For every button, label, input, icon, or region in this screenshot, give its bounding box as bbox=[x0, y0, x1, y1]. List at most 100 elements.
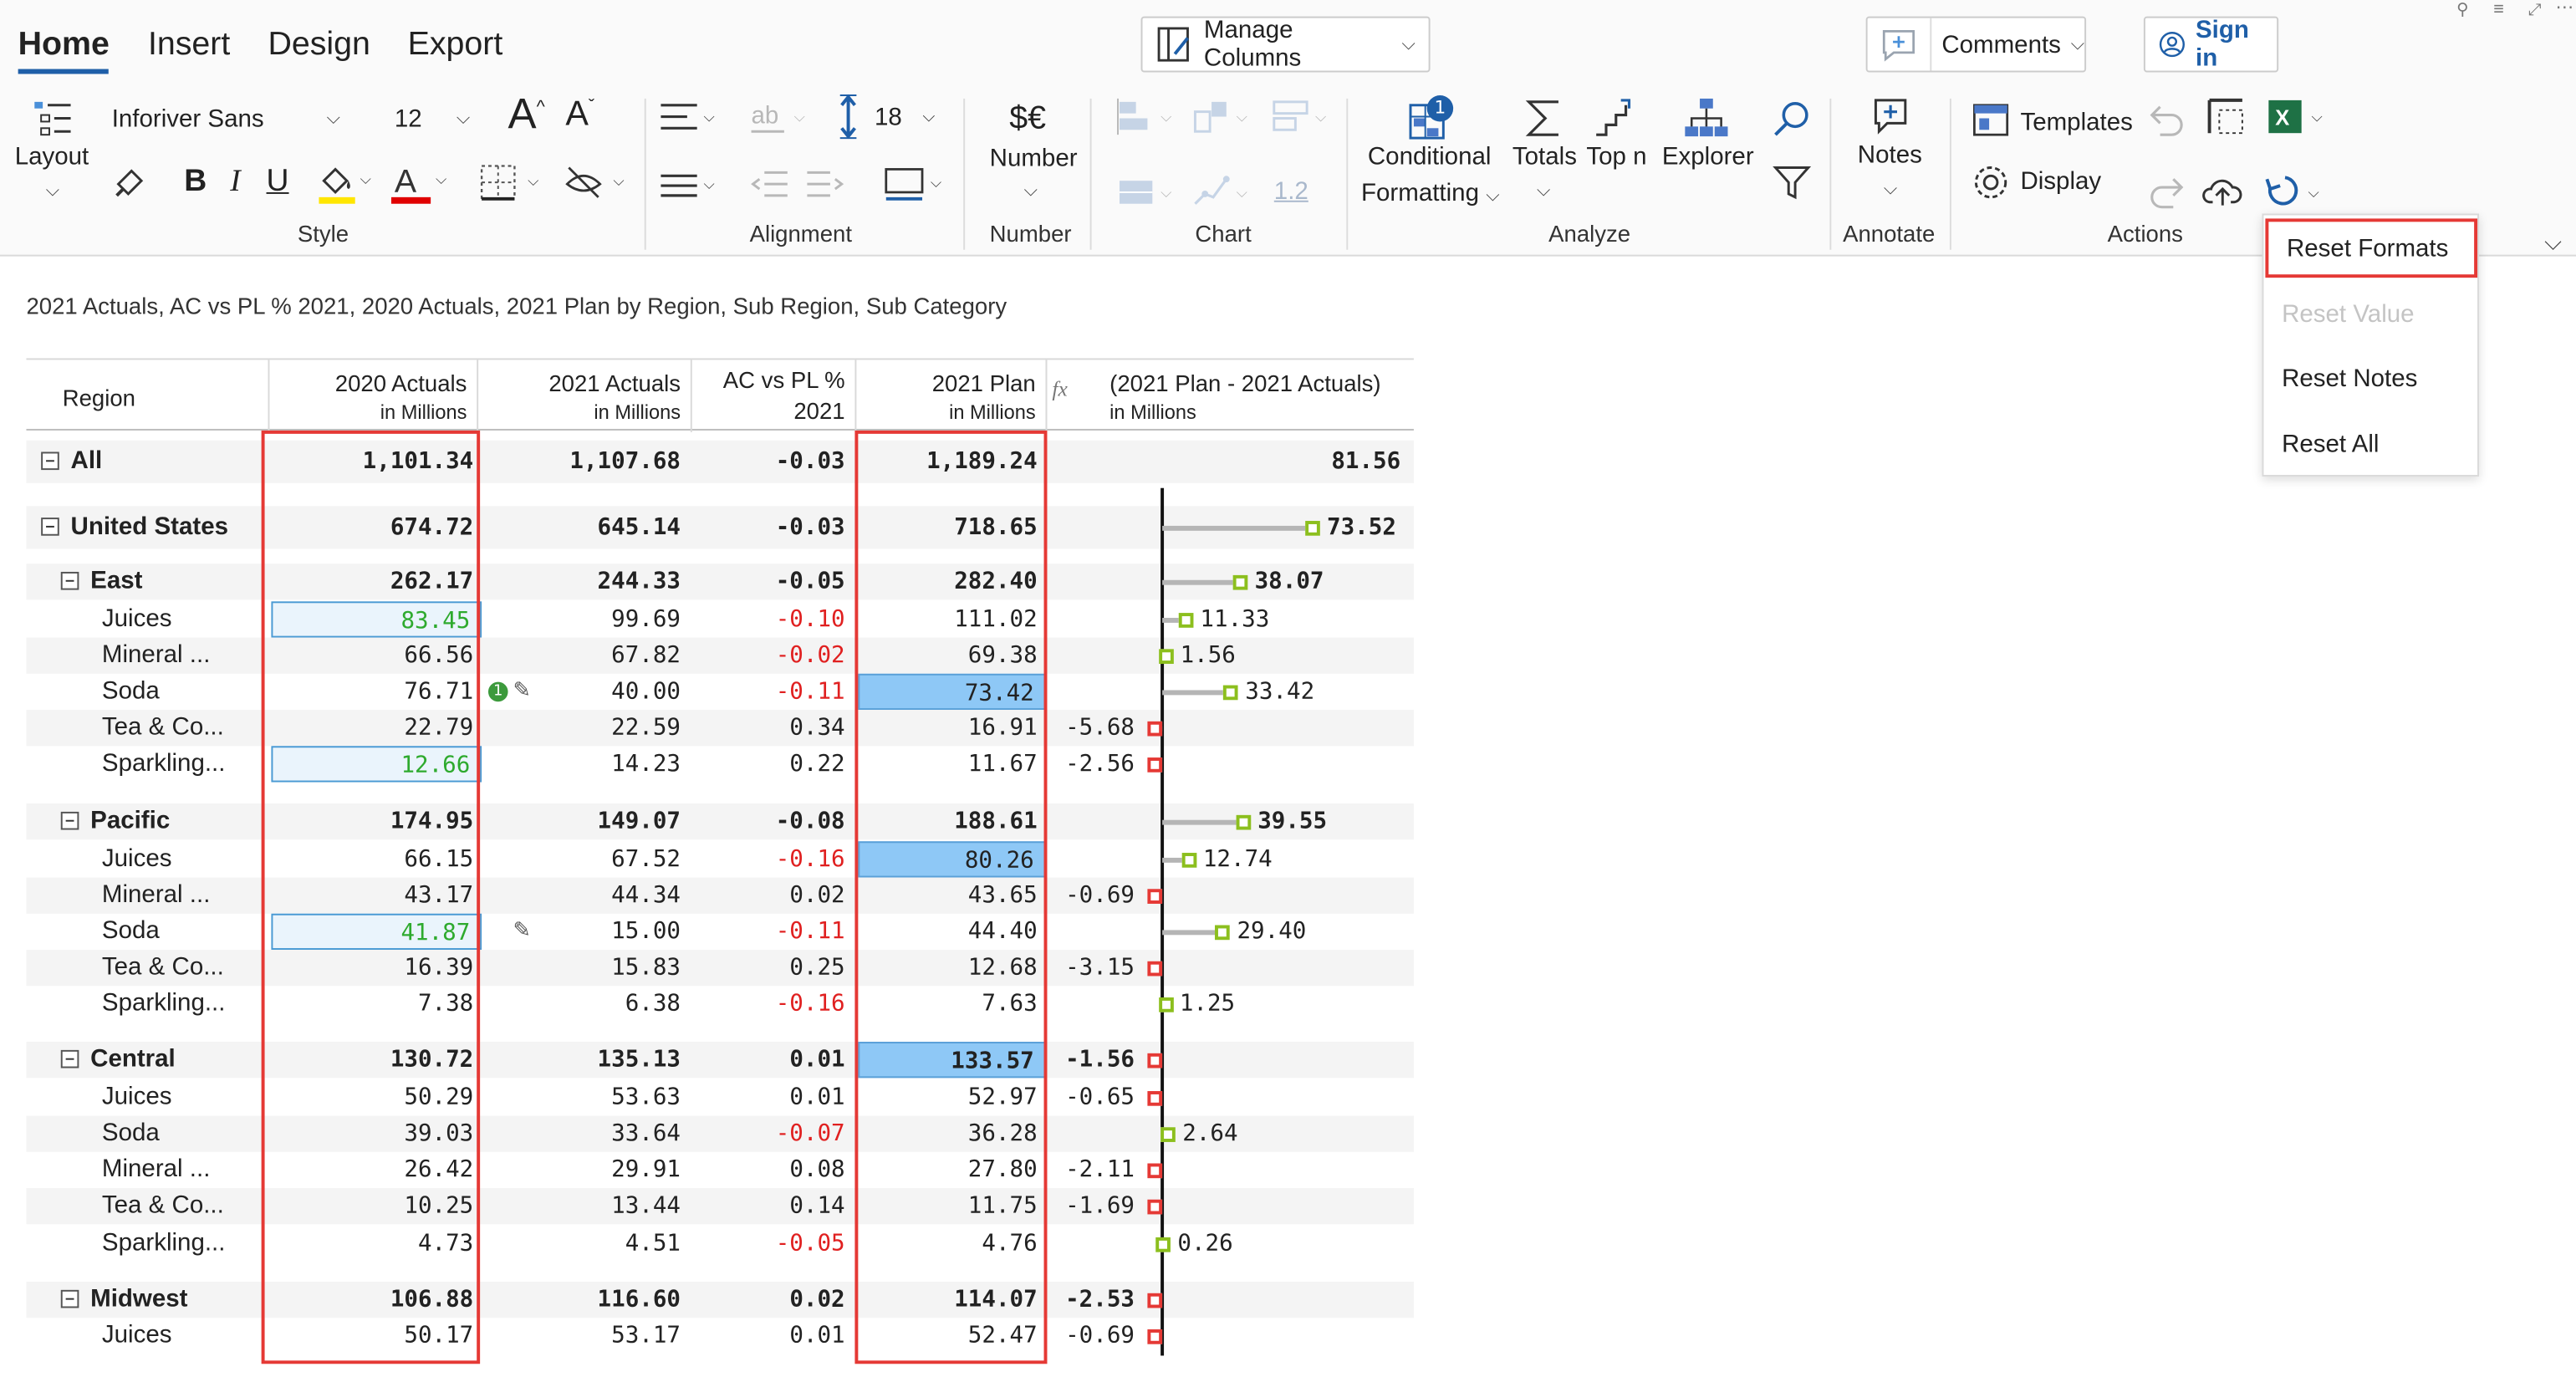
cell-ac-vs-pl[interactable]: 0.01 bbox=[692, 1042, 855, 1078]
filter-icon[interactable] bbox=[1769, 161, 1815, 204]
expand-icon[interactable]: ⤢ bbox=[2522, 0, 2548, 20]
table-row[interactable]: Juices 50.29 53.63 0.01 52.97 bbox=[26, 1079, 1413, 1115]
cell-ac-vs-pl[interactable]: -0.10 bbox=[692, 601, 855, 637]
note-count-badge[interactable]: 1 bbox=[487, 681, 508, 702]
cell-2021-actuals[interactable]: 15.83 bbox=[478, 950, 691, 986]
cell-2021-actuals[interactable]: 53.63 bbox=[478, 1079, 691, 1115]
cell-2021-actuals[interactable]: 4.51 bbox=[478, 1226, 691, 1262]
cell-ac-vs-pl[interactable]: 0.01 bbox=[692, 1318, 855, 1354]
cell-ac-vs-pl[interactable]: -0.08 bbox=[692, 803, 855, 839]
grow-font-button[interactable]: A^ bbox=[508, 89, 545, 140]
cell-2021-actuals[interactable]: 67.82 bbox=[478, 638, 691, 674]
collapse-toggle-icon[interactable] bbox=[60, 1049, 79, 1068]
header-2020-actuals[interactable]: 2020 Actuals in Millions bbox=[269, 360, 477, 431]
font-size-select[interactable]: 12 ⌵ bbox=[381, 95, 483, 141]
totals-icon[interactable] bbox=[1521, 95, 1567, 141]
excel-export-icon[interactable]: X ⌵ bbox=[2265, 95, 2331, 138]
reset-all-item[interactable]: Reset All bbox=[2263, 414, 2481, 473]
collapse-toggle-icon[interactable] bbox=[60, 811, 79, 830]
notes-icon[interactable] bbox=[1870, 95, 1915, 138]
number-format-icon[interactable]: $€ bbox=[1009, 100, 1046, 138]
manage-columns-button[interactable]: Manage Columns ⌵ bbox=[1140, 16, 1431, 73]
filter-lines-icon[interactable]: ≡ bbox=[2486, 0, 2512, 20]
table-row[interactable]: Sparkling... 12.66 14.23 0.22 11.67 bbox=[26, 746, 1413, 783]
cell-2021-actuals[interactable]: 67.52 bbox=[478, 841, 691, 877]
borders-icon[interactable]: ⌵ bbox=[477, 161, 546, 207]
cell-ac-vs-pl[interactable]: 0.34 bbox=[692, 710, 855, 746]
cell-ac-vs-pl[interactable]: -0.03 bbox=[692, 441, 855, 483]
header-2021-actuals[interactable]: 2021 Actuals in Millions bbox=[478, 360, 691, 431]
cell-2021-actuals[interactable]: 6.38 bbox=[478, 986, 691, 1022]
cell-2021-actuals[interactable]: 13.44 bbox=[478, 1188, 691, 1224]
cell-2021-actuals[interactable]: 53.17 bbox=[478, 1318, 691, 1354]
horizontal-align-icon[interactable]: ⌵ bbox=[657, 95, 723, 138]
tab-insert[interactable]: Insert bbox=[148, 26, 230, 64]
reset-notes-item[interactable]: Reset Notes bbox=[2263, 349, 2481, 408]
cell-ac-vs-pl[interactable]: 0.02 bbox=[692, 1282, 855, 1318]
tab-design[interactable]: Design bbox=[268, 26, 370, 64]
cell-ac-vs-pl[interactable]: -0.03 bbox=[692, 506, 855, 548]
cell-ac-vs-pl[interactable]: 0.22 bbox=[692, 746, 855, 782]
cell-ac-vs-pl[interactable]: 0.25 bbox=[692, 950, 855, 986]
cell-ac-vs-pl[interactable]: -0.05 bbox=[692, 1226, 855, 1262]
cell-2021-actuals[interactable]: 33.64 bbox=[478, 1116, 691, 1152]
cell-2021-actuals[interactable]: 1,107.68 bbox=[478, 441, 691, 483]
more-options-icon[interactable]: ⋯ bbox=[2553, 0, 2576, 18]
tab-export[interactable]: Export bbox=[408, 26, 503, 64]
column-width-icon[interactable]: ⌵ bbox=[881, 163, 951, 206]
reset-formats-item[interactable]: Reset Formats bbox=[2265, 218, 2478, 278]
underline-button[interactable]: U bbox=[267, 165, 289, 201]
formatting-label[interactable]: Formatting ⌵ bbox=[1361, 179, 1500, 207]
cell-ac-vs-pl[interactable]: 0.01 bbox=[692, 1079, 855, 1115]
cell-ac-vs-pl[interactable]: -0.05 bbox=[692, 564, 855, 599]
totals-label[interactable]: Totals bbox=[1512, 143, 1577, 171]
cell-2021-actuals[interactable]: 135.13 bbox=[478, 1042, 691, 1078]
collapse-ribbon-icon[interactable]: ⌵ bbox=[2540, 227, 2566, 253]
cell-2021-actuals[interactable]: 116.60 bbox=[478, 1282, 691, 1318]
cell-ac-vs-pl[interactable]: 0.08 bbox=[692, 1152, 855, 1188]
row-height-stepper[interactable]: ⌵ bbox=[917, 95, 941, 138]
row-height-value[interactable]: 18 bbox=[875, 104, 902, 131]
header-plan-minus-actuals[interactable]: (2021 Plan - 2021 Actuals) in Millions bbox=[1109, 360, 1414, 431]
templates-icon[interactable] bbox=[1970, 99, 2012, 141]
reset-icon[interactable]: ⌵ bbox=[2262, 171, 2331, 213]
chevron-down-icon[interactable]: ⌵ bbox=[1021, 179, 1041, 202]
font-color-icon[interactable]: A ⌵ bbox=[388, 161, 447, 207]
display-label[interactable]: Display bbox=[2020, 167, 2101, 195]
header-ac-vs-pl[interactable]: AC vs PL % 2021 bbox=[692, 360, 855, 431]
cell-ac-vs-pl[interactable]: -0.16 bbox=[692, 841, 855, 877]
pin-icon[interactable]: ⚲ bbox=[2450, 0, 2476, 20]
add-comment-icon[interactable] bbox=[1868, 18, 1932, 71]
cell-2021-actuals[interactable]: 29.91 bbox=[478, 1152, 691, 1188]
cell-ac-vs-pl[interactable]: -0.16 bbox=[692, 986, 855, 1022]
table-row[interactable]: Tea & Co... 22.79 22.59 0.34 16.91 bbox=[26, 710, 1414, 747]
formula-icon[interactable]: fx bbox=[1052, 360, 1078, 431]
cell-2021-actuals[interactable]: 14.23 bbox=[478, 746, 691, 782]
chevron-down-icon[interactable]: ⌵ bbox=[1533, 179, 1553, 202]
comments-button[interactable]: Comments ⌵ bbox=[1865, 16, 2087, 73]
cell-ac-vs-pl[interactable]: 0.14 bbox=[692, 1188, 855, 1224]
fill-color-icon[interactable]: ⌵ bbox=[316, 161, 371, 207]
collapse-toggle-icon[interactable] bbox=[60, 1289, 79, 1308]
chevron-down-icon[interactable]: ⌵ bbox=[43, 179, 63, 202]
layout-label[interactable]: Layout bbox=[15, 143, 89, 171]
cell-ac-vs-pl[interactable]: -0.02 bbox=[692, 638, 855, 674]
italic-button[interactable]: I bbox=[230, 165, 240, 201]
cell-2021-actuals[interactable]: 645.14 bbox=[478, 506, 691, 548]
cell-2021-actuals[interactable]: 44.34 bbox=[478, 878, 691, 914]
collapse-toggle-icon[interactable] bbox=[41, 518, 59, 536]
number-label[interactable]: Number bbox=[990, 145, 1078, 172]
top-n-label[interactable]: Top n bbox=[1586, 143, 1646, 171]
format-painter-icon[interactable] bbox=[109, 163, 151, 202]
conditional-label[interactable]: Conditional bbox=[1368, 143, 1492, 171]
table-row[interactable]: Mineral ... 26.42 29.91 0.08 27.80 bbox=[26, 1152, 1413, 1188]
table-row[interactable]: Tea & Co... 16.39 15.83 0.25 12.68 bbox=[26, 950, 1414, 987]
table-row[interactable]: Tea & Co... 10.25 13.44 0.14 11.75 bbox=[26, 1187, 1414, 1225]
row-height-icon[interactable] bbox=[835, 92, 861, 141]
cell-plan-minus-actuals[interactable]: 81.56 bbox=[1079, 441, 1400, 483]
chevron-down-icon[interactable]: ⌵ bbox=[1880, 177, 1900, 201]
cell-2021-actuals[interactable]: 99.69 bbox=[478, 601, 691, 637]
cell-ac-vs-pl[interactable]: 0.02 bbox=[692, 878, 855, 914]
header-region[interactable]: Region bbox=[63, 360, 260, 431]
freeze-panes-icon[interactable] bbox=[2205, 95, 2247, 138]
